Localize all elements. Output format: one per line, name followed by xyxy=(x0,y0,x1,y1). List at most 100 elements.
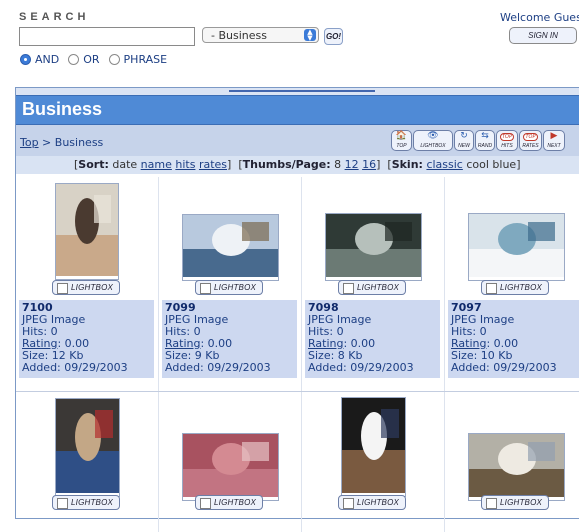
row-divider xyxy=(16,391,579,392)
refresh-icon: ↻ xyxy=(460,131,468,141)
thumbnail-image[interactable] xyxy=(468,434,564,497)
next-button-label: NEXT xyxy=(547,143,561,149)
top-hits-badge: TOP xyxy=(499,133,514,141)
lightbox-button-label: LIGHTBOX xyxy=(357,283,400,292)
thumbnail-cell: LIGHTBOX 7099 JPEG Image Hits: 0 Rating: 0.0… xyxy=(159,177,302,391)
page: SEARCH - Business ▲ ▼ GO! AND OR PHRASE W… xyxy=(0,0,579,532)
radio-and[interactable] xyxy=(20,54,31,65)
add-to-lightbox-button[interactable]: LIGHTBOX xyxy=(481,280,549,295)
next-button[interactable]: ▶ NEXT xyxy=(543,130,565,151)
lightbox-button-label: LIGHTBOX xyxy=(214,498,257,507)
sort-by-hits-link[interactable]: hits xyxy=(175,158,195,171)
breadcrumb-top-link[interactable]: Top xyxy=(20,136,39,149)
search-mode-phrase[interactable]: PHRASE xyxy=(108,53,167,66)
gallery-panel: Business Top > Business 🏠 TOP 👁 LIGHTBOX… xyxy=(15,87,579,532)
category-select[interactable]: - Business ▲ ▼ xyxy=(202,27,319,43)
thumbnail-cell: LIGHTBOX 7100 JPEG Image Hits: 0 Rating: 0.0… xyxy=(16,177,159,391)
skin-classic-link[interactable]: classic xyxy=(426,158,462,171)
thumbnail-image[interactable] xyxy=(468,214,564,277)
lightbox-checkbox[interactable] xyxy=(200,283,211,294)
thumbs-current: 8 xyxy=(334,158,342,171)
nav-bar: Top > Business 🏠 TOP 👁 LIGHTBOX ↻ NEW ⇆ xyxy=(16,125,579,156)
image-added: Added: 09/29/2003 xyxy=(22,361,128,374)
thumbnail-link[interactable] xyxy=(54,398,120,497)
thumbnail-wrap xyxy=(16,183,158,280)
select-arrows-icon: ▲ ▼ xyxy=(304,29,316,42)
thumbnail-link[interactable] xyxy=(324,213,422,281)
shuffle-icon: ⇆ xyxy=(481,131,489,141)
lightbox-checkbox[interactable] xyxy=(343,498,354,509)
thumbnail-wrap xyxy=(445,433,579,501)
lightbox-checkbox[interactable] xyxy=(200,498,211,509)
thumbnail-image[interactable] xyxy=(55,399,119,493)
thumbnail-cell: LIGHTBOX 7098 JPEG Image Hits: 0 Rating: 0.0… xyxy=(302,177,445,391)
lightbox-button-label: LIGHTBOX xyxy=(500,498,543,507)
breadcrumb-separator: > xyxy=(38,136,55,149)
image-info: 7097 JPEG Image Hits: 0 Rating: 0.00 Size: 1… xyxy=(448,300,579,378)
image-added: Added: 09/29/2003 xyxy=(308,361,414,374)
thumbnail-wrap xyxy=(159,214,301,281)
arrow-right-icon: ▶ xyxy=(550,131,558,141)
top-rates-badge: TOP xyxy=(523,133,538,141)
sign-in-button[interactable]: SIGN IN xyxy=(509,27,577,44)
thumbnail-cell: LIGHTBOX xyxy=(445,392,579,532)
new-button[interactable]: ↻ NEW xyxy=(454,130,474,151)
thumbnail-image[interactable] xyxy=(341,398,405,493)
lightbox-button-label: LIGHTBOX xyxy=(71,498,114,507)
sort-label: Sort: xyxy=(78,158,109,171)
thumbnail-link[interactable] xyxy=(181,214,279,281)
lightbox-checkbox[interactable] xyxy=(486,498,497,509)
thumbnail-image[interactable] xyxy=(182,434,278,497)
category-select-value: - Business xyxy=(211,29,267,42)
sort-options-bar: [Sort: date name hits rates] [Thumbs/Pag… xyxy=(16,156,579,174)
add-to-lightbox-button[interactable]: LIGHTBOX xyxy=(338,280,406,295)
add-to-lightbox-button[interactable]: LIGHTBOX xyxy=(195,280,263,295)
search-input[interactable] xyxy=(19,27,195,46)
add-to-lightbox-button[interactable]: LIGHTBOX xyxy=(52,280,120,295)
thumbnail-link[interactable] xyxy=(340,397,406,497)
thumbnail-link[interactable] xyxy=(181,433,279,501)
random-button[interactable]: ⇆ RAND xyxy=(475,130,495,151)
go-button[interactable]: GO! xyxy=(324,28,343,45)
thumbnail-image[interactable] xyxy=(56,184,118,276)
thumbnail-image[interactable] xyxy=(182,215,278,277)
radio-or[interactable] xyxy=(68,54,80,65)
search-mode-or[interactable]: OR xyxy=(68,53,100,66)
top-hits-button[interactable]: TOP HITS xyxy=(496,130,518,151)
panel-top-strip xyxy=(16,88,579,95)
lightbox-button-label: LIGHTBOX xyxy=(214,283,257,292)
thumbnail-link[interactable] xyxy=(467,433,565,501)
thumbnail-cell: LIGHTBOX 7097 JPEG Image Hits: 0 Rating: 0.0… xyxy=(445,177,579,391)
thumbnail-link[interactable] xyxy=(467,213,565,281)
panel-center-bar xyxy=(229,90,375,92)
search-mode-and[interactable]: AND xyxy=(20,53,59,66)
breadcrumb: Top > Business xyxy=(20,136,103,149)
thumbnail-wrap xyxy=(302,397,444,497)
image-added: Added: 09/29/2003 xyxy=(451,361,557,374)
thumbs-16-link[interactable]: 16 xyxy=(362,158,376,171)
top-button[interactable]: 🏠 TOP xyxy=(391,130,412,151)
sort-by-name-link[interactable]: name xyxy=(141,158,172,171)
thumbs-12-link[interactable]: 12 xyxy=(345,158,359,171)
top-rates-button[interactable]: TOP RATES xyxy=(519,130,542,151)
sort-by-rates-link[interactable]: rates xyxy=(199,158,227,171)
gallery-toolbar: 🏠 TOP 👁 LIGHTBOX ↻ NEW ⇆ RAND TOP HITS T… xyxy=(391,130,566,151)
top-rates-label: RATES xyxy=(522,143,539,149)
breadcrumb-current: Business xyxy=(54,136,104,149)
lightbox-view-button[interactable]: 👁 LIGHTBOX xyxy=(413,130,453,151)
thumbnail-image[interactable] xyxy=(325,214,421,277)
lightbox-checkbox[interactable] xyxy=(57,283,68,294)
thumbnail-cell: LIGHTBOX xyxy=(16,392,159,532)
radio-and-label: AND xyxy=(35,53,60,66)
category-title: Business xyxy=(22,99,103,119)
lightbox-checkbox[interactable] xyxy=(343,283,354,294)
thumbs-label: Thumbs/Page: xyxy=(242,158,331,171)
lightbox-checkbox[interactable] xyxy=(57,498,68,509)
random-button-label: RAND xyxy=(477,143,493,149)
thumbnail-link[interactable] xyxy=(55,183,119,280)
lightbox-checkbox[interactable] xyxy=(486,283,497,294)
radio-phrase[interactable] xyxy=(108,54,120,65)
thumbnail-wrap xyxy=(445,213,579,281)
thumbnail-wrap xyxy=(302,213,444,281)
home-icon: 🏠 xyxy=(395,131,408,141)
